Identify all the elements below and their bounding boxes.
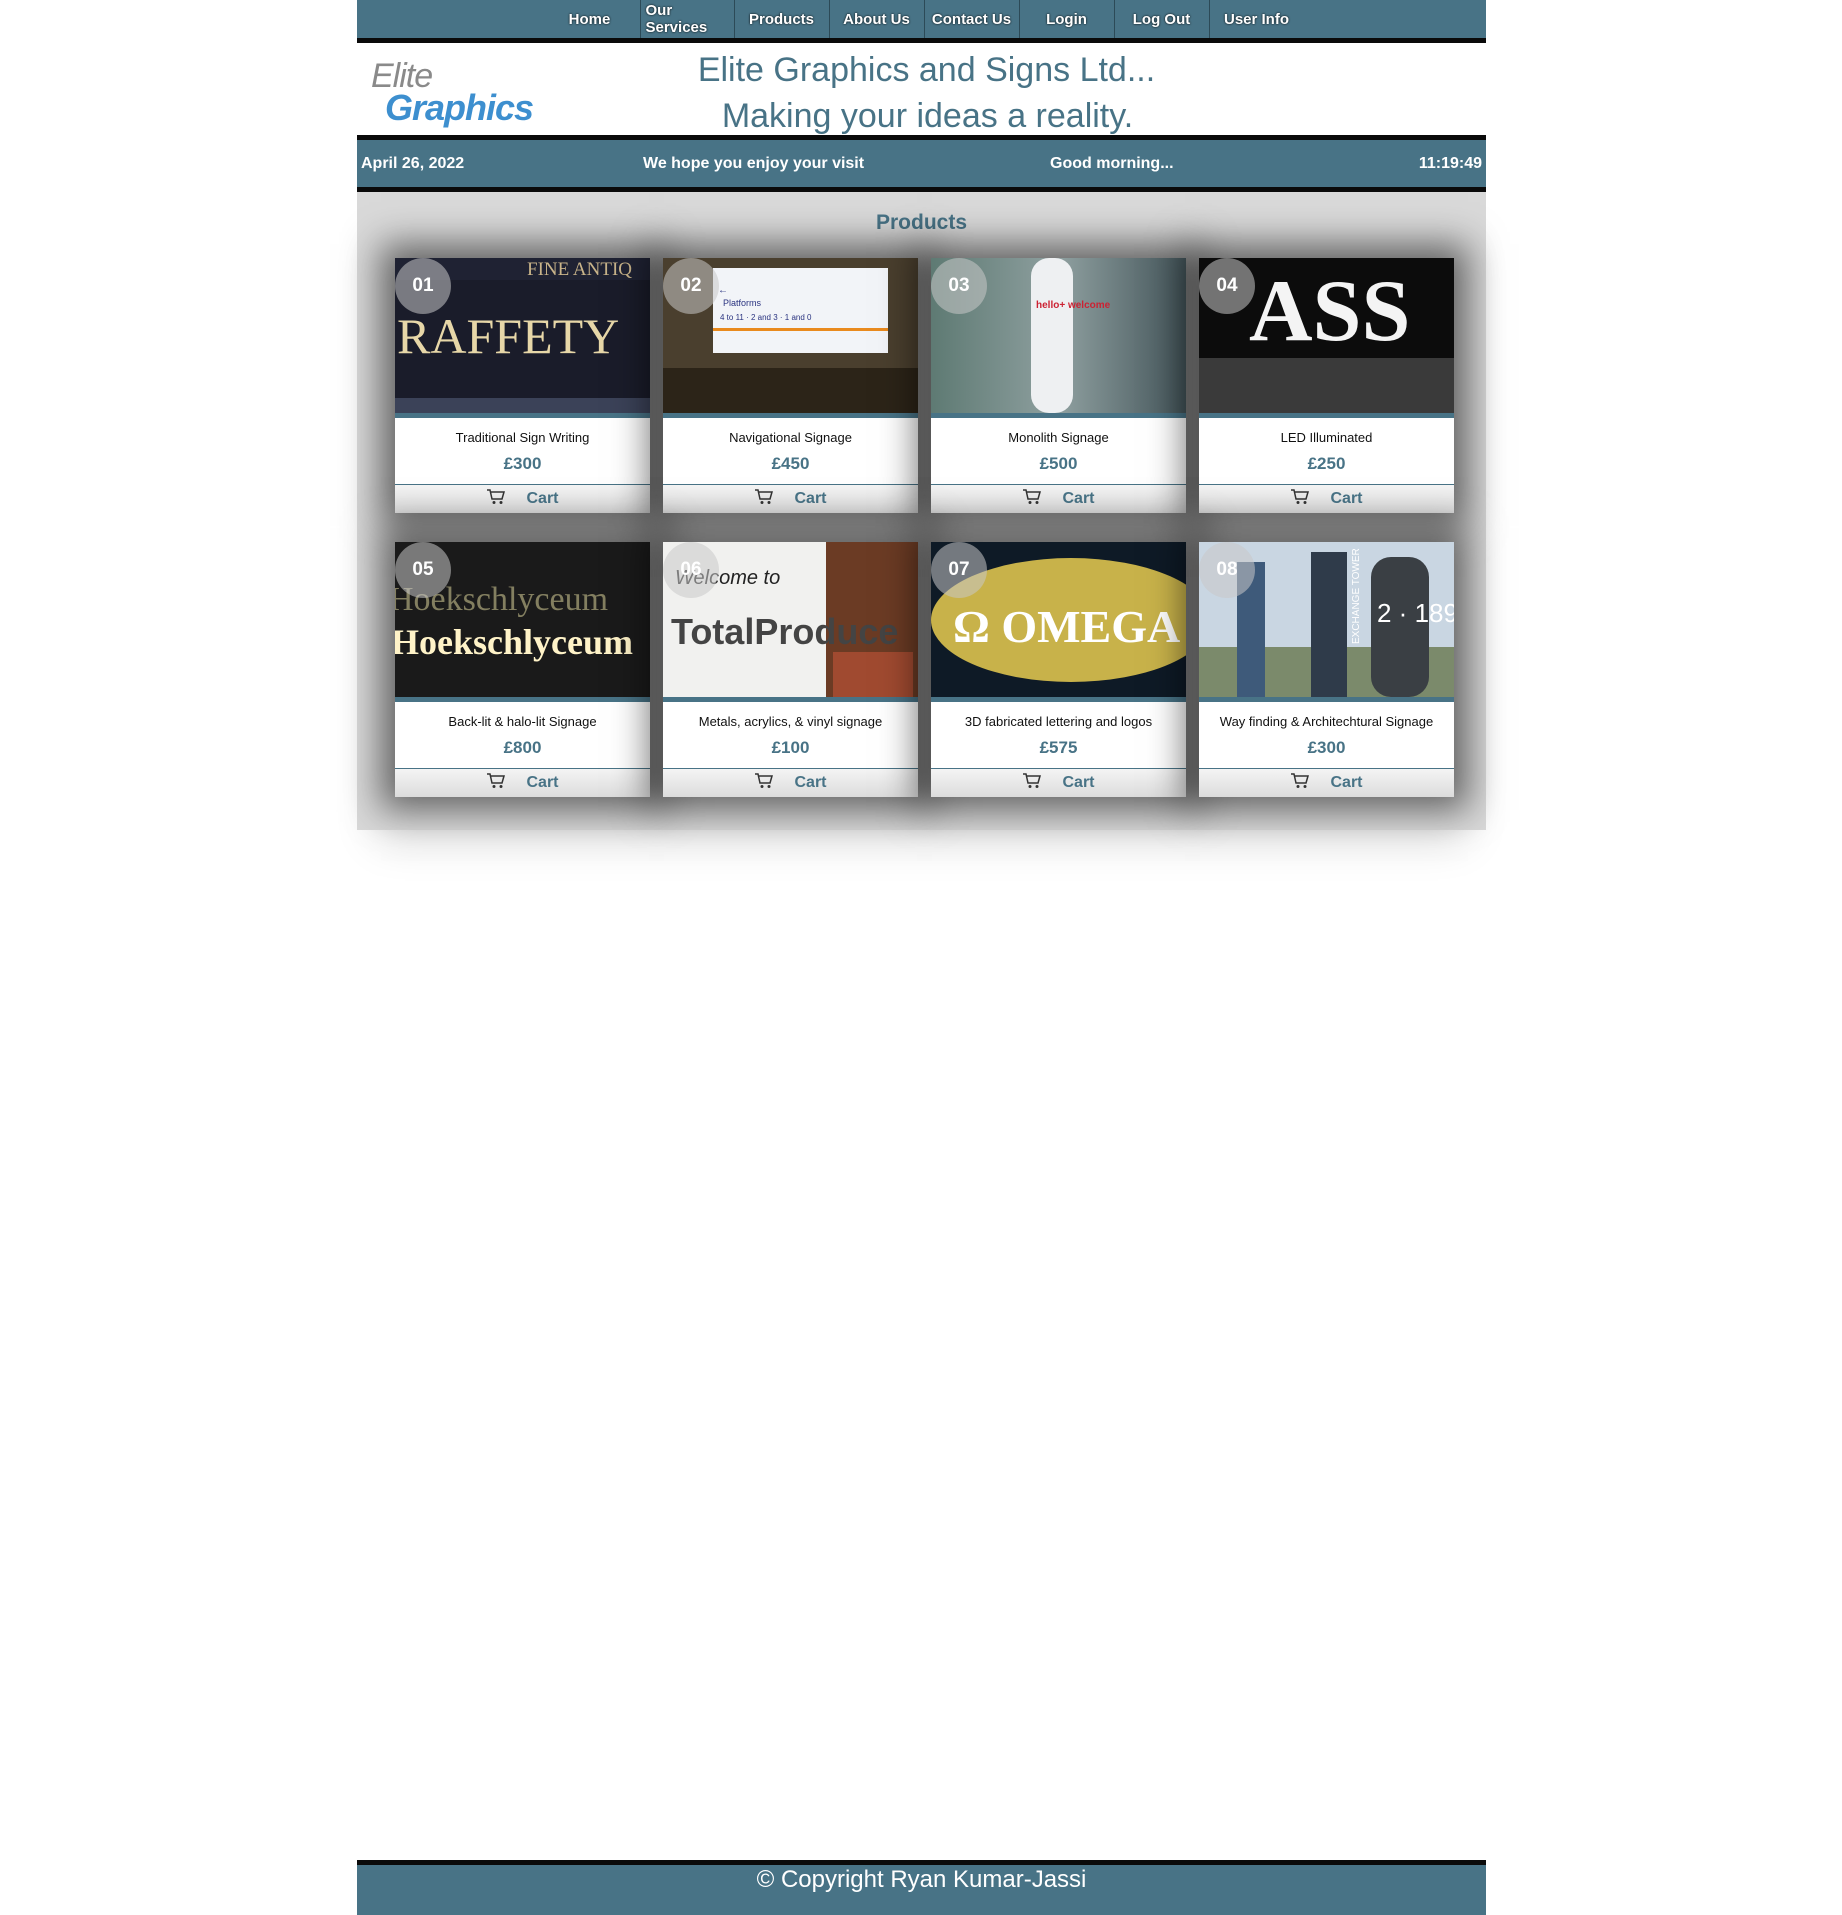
cart-icon xyxy=(1022,488,1042,510)
cart-label: Cart xyxy=(1330,490,1363,507)
nav-user-info[interactable]: User Info xyxy=(1210,0,1304,38)
product-card[interactable]: hello+ welcome 03 Monolith Signage £500 … xyxy=(931,258,1186,513)
copyright-text: © Copyright Ryan Kumar-Jassi xyxy=(756,1866,1087,1893)
card-divider xyxy=(395,697,650,702)
product-number-badge: 03 xyxy=(931,258,987,314)
nav-about-us[interactable]: About Us xyxy=(830,0,925,38)
cart-icon xyxy=(1022,772,1042,794)
image-caption: EXCHANGE TOWER xyxy=(1351,548,1362,644)
site-title: Elite Graphics and Signs Ltd... Making y… xyxy=(357,47,1486,139)
current-date: April 26, 2022 xyxy=(361,155,465,172)
info-bar: April 26, 2022 We hope you enjoy your vi… xyxy=(357,135,1486,192)
card-divider xyxy=(395,413,650,418)
greeting-text: Good morning... xyxy=(1050,155,1174,172)
product-price: £300 xyxy=(1307,738,1346,757)
products-panel: Products FINE ANTIQ RAFFETY 01 Tradition… xyxy=(357,192,1486,830)
image-caption: Platforms xyxy=(723,298,762,308)
card-divider xyxy=(1199,413,1454,418)
cart-label: Cart xyxy=(1062,774,1095,791)
product-card[interactable]: Ω OMEGA 07 3D fabricated lettering and l… xyxy=(931,542,1186,797)
product-price: £500 xyxy=(1039,454,1078,473)
cart-label: Cart xyxy=(1062,490,1095,507)
image-caption: Ω OMEGA xyxy=(953,601,1180,652)
add-to-cart-button[interactable]: Cart xyxy=(663,484,918,513)
product-number-badge: 05 xyxy=(395,542,451,598)
product-card[interactable]: Hoekschlyceum Hoekschlyceum 05 Back-lit … xyxy=(395,542,650,797)
product-price: £300 xyxy=(503,454,542,473)
image-caption: Hoekschlyceum xyxy=(395,622,633,662)
site-footer: © Copyright Ryan Kumar-Jassi xyxy=(357,1860,1486,1915)
product-name: Traditional Sign Writing xyxy=(455,430,590,445)
add-to-cart-button[interactable]: Cart xyxy=(395,768,650,797)
product-card[interactable]: FINE ANTIQ RAFFETY 01 Traditional Sign W… xyxy=(395,258,650,513)
site-header: Elite Graphics Elite Graphics and Signs … xyxy=(357,43,1486,135)
page-frame: Home Our Services Products About Us Cont… xyxy=(357,0,1486,830)
product-number-badge: 07 xyxy=(931,542,987,598)
add-to-cart-button[interactable]: Cart xyxy=(1199,768,1454,797)
nav-home[interactable]: Home xyxy=(540,0,641,38)
image-caption-small: 2 · 189 xyxy=(1377,598,1454,628)
product-number-badge: 04 xyxy=(1199,258,1255,314)
product-number-badge: 01 xyxy=(395,258,451,314)
add-to-cart-button[interactable]: Cart xyxy=(931,484,1186,513)
card-divider xyxy=(931,413,1186,418)
image-caption-small: FINE ANTIQ xyxy=(527,259,632,280)
nav-log-out[interactable]: Log Out xyxy=(1115,0,1210,38)
product-price: £250 xyxy=(1307,454,1346,473)
product-name: Navigational Signage xyxy=(729,430,852,445)
cart-label: Cart xyxy=(526,490,559,507)
cart-label: Cart xyxy=(526,774,559,791)
card-divider xyxy=(1199,697,1454,702)
svg-text:←: ← xyxy=(718,285,728,296)
image-caption: ASS xyxy=(1249,263,1410,360)
nav-our-services[interactable]: Our Services xyxy=(641,0,735,38)
product-name: 3D fabricated lettering and logos xyxy=(964,714,1153,729)
card-divider xyxy=(663,413,918,418)
cart-icon xyxy=(486,772,506,794)
image-caption: TotalProduce xyxy=(671,611,898,652)
card-divider xyxy=(931,697,1186,702)
nav-login[interactable]: Login xyxy=(1020,0,1115,38)
product-card[interactable]: ← Platforms 4 to 11 · 2 and 3 · 1 and 0 … xyxy=(663,258,918,513)
main-nav: Home Our Services Products About Us Cont… xyxy=(357,0,1486,43)
product-name: LED Illuminated xyxy=(1280,430,1373,445)
product-name: Way finding & Architechtural Signage xyxy=(1219,714,1434,729)
title-line-2: Making your ideas a reality. xyxy=(721,97,1134,135)
product-card[interactable]: EXCHANGE TOWER 2 · 189 08 Way finding & … xyxy=(1199,542,1454,797)
cart-icon xyxy=(754,772,774,794)
card-divider xyxy=(663,697,918,702)
image-caption: hello+ welcome xyxy=(1036,300,1111,311)
image-caption-small: 4 to 11 · 2 and 3 · 1 and 0 xyxy=(720,313,812,322)
add-to-cart-button[interactable]: Cart xyxy=(1199,484,1454,513)
product-card[interactable]: Welcome to TotalProduce 06 Metals, acryl… xyxy=(663,542,918,797)
current-time: 11:19:49 xyxy=(1418,155,1482,172)
product-name: Metals, acrylics, & vinyl signage xyxy=(698,714,883,729)
product-number-badge: 08 xyxy=(1199,542,1255,598)
cart-icon xyxy=(1290,488,1310,510)
add-to-cart-button[interactable]: Cart xyxy=(395,484,650,513)
image-caption: RAFFETY xyxy=(397,308,619,364)
product-number-badge: 06 xyxy=(663,542,719,598)
product-price: £800 xyxy=(503,738,542,757)
cart-label: Cart xyxy=(1330,774,1363,791)
welcome-message: We hope you enjoy your visit xyxy=(643,155,865,172)
cart-label: Cart xyxy=(794,490,827,507)
cart-icon xyxy=(1290,772,1310,794)
product-price: £100 xyxy=(771,738,810,757)
cart-icon xyxy=(486,488,506,510)
add-to-cart-button[interactable]: Cart xyxy=(931,768,1186,797)
title-line-1: Elite Graphics and Signs Ltd... xyxy=(697,51,1156,89)
cart-label: Cart xyxy=(794,774,827,791)
product-number-badge: 02 xyxy=(663,258,719,314)
cart-icon xyxy=(754,488,774,510)
products-heading: Products xyxy=(875,211,967,234)
product-card[interactable]: ASS 04 LED Illuminated £250 Cart xyxy=(1199,258,1454,513)
add-to-cart-button[interactable]: Cart xyxy=(663,768,918,797)
nav-products[interactable]: Products xyxy=(735,0,830,38)
product-price: £450 xyxy=(771,454,810,473)
product-price: £575 xyxy=(1039,738,1078,757)
product-name: Back-lit & halo-lit Signage xyxy=(448,714,597,729)
product-name: Monolith Signage xyxy=(1008,430,1109,445)
nav-contact-us[interactable]: Contact Us xyxy=(925,0,1020,38)
